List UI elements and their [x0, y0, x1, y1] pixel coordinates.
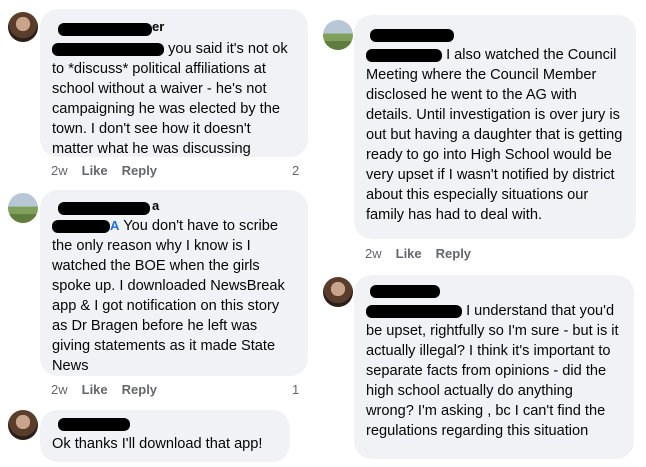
- commenter-name[interactable]: [366, 283, 622, 301]
- comment-body: I understand that you'd be upset, rightf…: [366, 303, 619, 439]
- redacted-name: [58, 202, 150, 215]
- redacted-name: [58, 23, 152, 36]
- like-button[interactable]: Like: [82, 163, 108, 178]
- name-suffix: a: [152, 198, 160, 213]
- comment-body: Ok thanks I'll download that app!: [52, 436, 263, 452]
- redacted-name: [370, 285, 440, 298]
- commenter-name[interactable]: [366, 23, 624, 45]
- comment-text: I also watched the Council Meeting where…: [366, 45, 624, 225]
- timestamp[interactable]: 2w: [365, 246, 382, 261]
- comment-bubble: er you said it's not ok to *discuss* pol…: [40, 9, 308, 157]
- name-suffix: er: [152, 19, 165, 34]
- comment-bubble: a A You don't have to scribe the only re…: [40, 190, 308, 376]
- timestamp[interactable]: 2w: [51, 382, 68, 397]
- comment-text: I understand that you'd be upset, rightf…: [366, 301, 622, 441]
- comment-bubble: I also watched the Council Meeting where…: [354, 15, 636, 239]
- redacted-name: [370, 29, 454, 42]
- tag-suffix[interactable]: A: [110, 218, 119, 233]
- reaction-count[interactable]: 1: [292, 382, 299, 397]
- redacted-tag: [366, 48, 442, 62]
- redacted-tag: [366, 304, 462, 318]
- comment-actions: 2w Like Reply: [365, 246, 471, 261]
- reaction-count[interactable]: 2: [292, 163, 299, 178]
- commenter-name[interactable]: er: [52, 17, 296, 39]
- avatar[interactable]: [323, 20, 353, 50]
- redacted-tag: [52, 42, 164, 56]
- comment-bubble: I understand that you'd be upset, rightf…: [354, 275, 634, 459]
- comment-text: Ok thanks I'll download that app!: [52, 434, 278, 454]
- like-button[interactable]: Like: [396, 246, 422, 261]
- like-button[interactable]: Like: [82, 382, 108, 397]
- avatar[interactable]: [8, 193, 38, 223]
- commenter-name[interactable]: a: [52, 198, 296, 220]
- reply-button[interactable]: Reply: [436, 246, 471, 261]
- redacted-name: [58, 418, 130, 431]
- comment-body: you said it's not ok to *discuss* politi…: [52, 41, 288, 157]
- comment-text: you said it's not ok to *discuss* politi…: [52, 39, 296, 159]
- avatar[interactable]: [8, 12, 38, 42]
- redacted-tag: [52, 219, 110, 233]
- comment-text: A You don't have to scribe the only reas…: [52, 216, 296, 376]
- reply-button[interactable]: Reply: [122, 382, 157, 397]
- comment-body: You don't have to scribe the only reason…: [52, 218, 285, 374]
- comment-actions: 2w Like Reply: [51, 163, 157, 178]
- avatar[interactable]: [8, 410, 38, 440]
- comment-actions: 2w Like Reply: [51, 382, 157, 397]
- comment-body: I also watched the Council Meeting where…: [366, 47, 623, 223]
- reply-button[interactable]: Reply: [122, 163, 157, 178]
- avatar[interactable]: [323, 277, 353, 307]
- timestamp[interactable]: 2w: [51, 163, 68, 178]
- comment-bubble: Ok thanks I'll download that app!: [40, 410, 290, 462]
- commenter-name[interactable]: [52, 418, 278, 434]
